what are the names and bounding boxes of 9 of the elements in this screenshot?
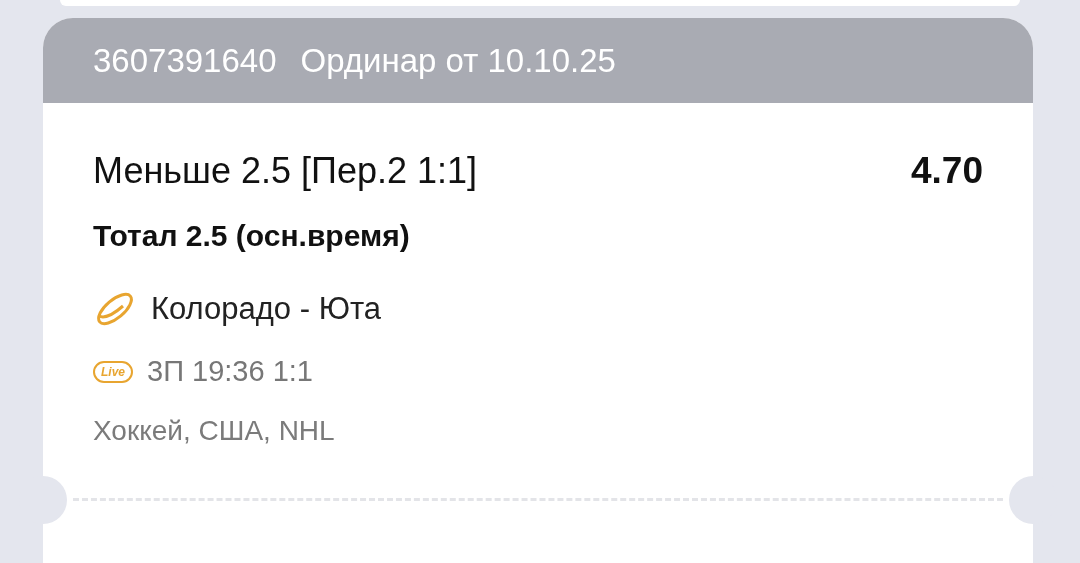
market-label: Тотал 2.5 (осн.время) (93, 218, 410, 252)
match-status: 3П 19:36 1:1 (147, 354, 313, 389)
league-label: Хоккей, США, NHL (93, 414, 335, 446)
odds-value: 4.70 (911, 149, 983, 193)
bet-type: Ординар от 10.10.25 (300, 40, 616, 81)
event-name: Колорадо - Юта (151, 289, 382, 328)
live-badge: Live (93, 360, 133, 383)
selection-label: Меньше 2.5 [Пер.2 1:1] (93, 148, 477, 193)
bet-number: 3607391640 (93, 40, 277, 81)
